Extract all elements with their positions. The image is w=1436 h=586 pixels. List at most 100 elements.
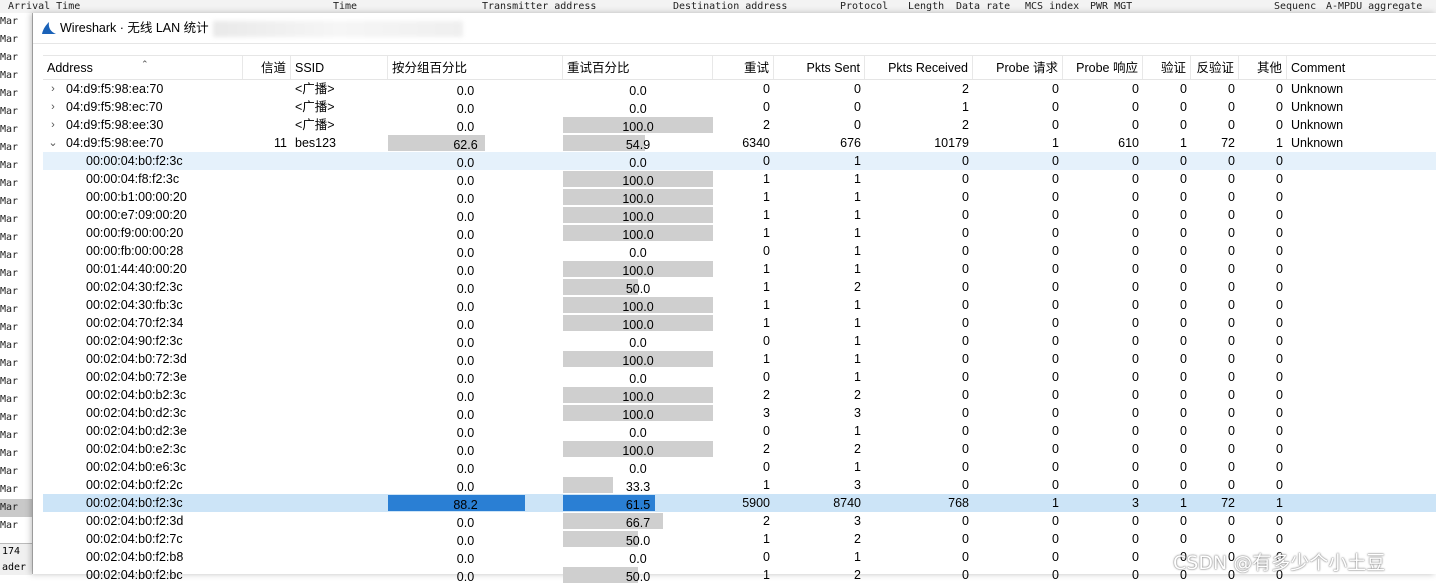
header-channel[interactable]: 信道 — [243, 56, 291, 79]
table-row[interactable]: 00:02:04:b0:d2:3e 0.0 0.0 0 1 0 0 0 0 0 0 — [43, 422, 1436, 440]
cell-auth: 0 — [1180, 154, 1187, 168]
header-probe-request[interactable]: Probe 请求 — [973, 56, 1063, 79]
col-mcs-index[interactable]: MCS index — [1025, 0, 1079, 13]
packet-row-fragment[interactable]: Mar — [0, 193, 32, 211]
packet-row-fragment[interactable]: Mar — [0, 319, 32, 337]
packet-row-fragment[interactable]: Mar — [0, 211, 32, 229]
table-row[interactable]: 00:00:04:b0:f2:3c 0.0 0.0 0 1 0 0 0 0 0 0 — [43, 152, 1436, 170]
col-destination[interactable]: Destination address — [673, 0, 787, 13]
table-row[interactable]: › 04:d9:f5:98:ec:70 <广播> 0.0 0.0 0 0 1 0 0 0 0 0 Unkn… — [43, 98, 1436, 116]
table-row[interactable]: 00:01:44:40:00:20 0.0 100.0 1 1 0 0 0 0 0 0 — [43, 260, 1436, 278]
wlan-stats-table[interactable]: Address ⌃ 信道 SSID 按分组百分比 重试百分比 重试 Pkts Se… — [43, 55, 1436, 584]
table-row[interactable]: 00:02:04:b0:72:3e 0.0 0.0 0 1 0 0 0 0 0 0 — [43, 368, 1436, 386]
packet-row-fragment[interactable]: Mar — [0, 445, 32, 463]
col-data-rate[interactable]: Data rate — [956, 0, 1010, 13]
col-time[interactable]: Time — [333, 0, 357, 13]
packet-row-fragment[interactable]: Mar — [0, 175, 32, 193]
table-row[interactable]: 00:02:04:b0:b2:3c 0.0 100.0 2 2 0 0 0 0 0 0 — [43, 386, 1436, 404]
packet-row-fragment[interactable]: Mar — [0, 229, 32, 247]
table-row[interactable]: 00:02:04:30:f2:3c 0.0 50.0 1 2 0 0 0 0 0 0 — [43, 278, 1436, 296]
packet-row-fragment[interactable]: Mar — [0, 247, 32, 265]
col-transmitter[interactable]: Transmitter address — [482, 0, 596, 13]
header-deauth[interactable]: 反验证 — [1191, 56, 1239, 79]
packet-row-fragment[interactable]: Mar — [0, 67, 32, 85]
cell-address: 00:02:04:b0:f2:bc — [86, 568, 183, 582]
header-pkts-received[interactable]: Pkts Received — [865, 56, 973, 79]
packet-row-fragment[interactable]: Mar — [0, 337, 32, 355]
header-retry[interactable]: 重试 — [713, 56, 774, 79]
col-pwr-mgt[interactable]: PWR MGT — [1090, 0, 1132, 13]
header-address[interactable]: Address ⌃ — [43, 56, 243, 79]
packet-row-fragment[interactable]: Mar — [0, 355, 32, 373]
col-arrival-time[interactable]: Arrival Time — [8, 0, 80, 13]
dialog-titlebar[interactable]: Wireshark · 无线 LAN 统计 — [33, 13, 1436, 44]
chevron-right-icon[interactable]: › — [47, 116, 59, 134]
table-row[interactable]: 00:02:04:b0:f2:7c 0.0 50.0 1 2 0 0 0 0 0 0 — [43, 530, 1436, 548]
cell-retry: 2 — [763, 388, 770, 402]
packet-row-fragment[interactable]: Mar — [0, 373, 32, 391]
packet-row-fragment[interactable]: Mar — [0, 427, 32, 445]
header-auth[interactable]: 验证 — [1143, 56, 1191, 79]
packet-row-fragment[interactable]: Mar — [0, 391, 32, 409]
col-protocol[interactable]: Protocol — [840, 0, 888, 13]
table-row[interactable]: 00:02:04:b0:e2:3c 0.0 100.0 2 2 0 0 0 0 0 0 — [43, 440, 1436, 458]
table-row[interactable]: 00:02:04:b0:f2:3c 88.2 61.5 5900 8740 768 1 3 1 7… — [43, 494, 1436, 512]
packet-row-fragment[interactable]: Mar — [0, 499, 32, 517]
table-row[interactable]: 00:02:04:b0:d2:3c 0.0 100.0 3 3 0 0 0 0 0 0 — [43, 404, 1436, 422]
header-ssid[interactable]: SSID — [291, 56, 388, 79]
header-probe-response[interactable]: Probe 响应 — [1063, 56, 1143, 79]
col-length[interactable]: Length — [908, 0, 944, 13]
header-pct-retry[interactable]: 重试百分比 — [563, 56, 713, 79]
packet-row-fragment[interactable]: Mar — [0, 301, 32, 319]
table-row[interactable]: › 04:d9:f5:98:ee:30 <广播> 0.0 100.0 2 0 2 0 0 0 0 0 Un… — [43, 116, 1436, 134]
table-row[interactable]: 00:00:b1:00:00:20 0.0 100.0 1 1 0 0 0 0 0 0 — [43, 188, 1436, 206]
packet-row-fragment[interactable]: Mar — [0, 103, 32, 121]
table-row[interactable]: 00:02:04:90:f2:3c 0.0 0.0 0 1 0 0 0 0 0 0 — [43, 332, 1436, 350]
table-row[interactable]: 00:02:04:70:f2:34 0.0 100.0 1 1 0 0 0 0 0 0 — [43, 314, 1436, 332]
col-sequence[interactable]: Sequenc — [1274, 0, 1316, 13]
packet-row-fragment[interactable]: Mar — [0, 49, 32, 67]
table-row[interactable]: › 04:d9:f5:98:ea:70 <广播> 0.0 0.0 0 0 2 0 0 0 0 0 Unkn… — [43, 80, 1436, 98]
chevron-right-icon[interactable]: › — [47, 98, 59, 116]
cell-pkts-received: 0 — [962, 190, 969, 204]
cell-other: 0 — [1276, 478, 1283, 492]
packet-row-fragment[interactable]: Mar — [0, 31, 32, 49]
packet-row-fragment[interactable]: Mar — [0, 409, 32, 427]
header-comment[interactable]: Comment — [1287, 56, 1436, 79]
table-row[interactable]: 00:02:04:b0:f2:2c 0.0 33.3 1 3 0 0 0 0 0 0 — [43, 476, 1436, 494]
table-row[interactable]: 00:02:04:b0:72:3d 0.0 100.0 1 1 0 0 0 0 0 0 — [43, 350, 1436, 368]
table-row[interactable]: 00:02:04:b0:f2:3d 0.0 66.7 2 3 0 0 0 0 0 0 — [43, 512, 1436, 530]
table-row[interactable]: ⌄ 04:d9:f5:98:ee:70 11 bes123 62.6 54.9 6340 67… — [43, 134, 1436, 152]
cell-deauth: 0 — [1228, 226, 1235, 240]
cell-pkts-received: 2 — [962, 118, 969, 132]
packet-row-fragment[interactable]: Mar — [0, 265, 32, 283]
cell-pkts-sent: 3 — [854, 478, 861, 492]
table-row[interactable]: 00:00:fb:00:00:28 0.0 0.0 0 1 0 0 0 0 0 0 — [43, 242, 1436, 260]
table-row[interactable]: 00:00:e7:09:00:20 0.0 100.0 1 1 0 0 0 0 0 0 — [43, 206, 1436, 224]
table-row[interactable]: 00:00:04:f8:f2:3c 0.0 100.0 1 1 0 0 0 0 0 0 — [43, 170, 1436, 188]
cell-address: 00:02:04:b0:e6:3c — [86, 460, 187, 474]
cell-auth: 0 — [1180, 514, 1187, 528]
packet-row-fragment[interactable]: Mar — [0, 85, 32, 103]
packet-row-fragment[interactable]: Mar — [0, 517, 32, 535]
packet-row-fragment[interactable]: Mar — [0, 283, 32, 301]
col-ampdu[interactable]: A-MPDU aggregate — [1326, 0, 1422, 13]
header-pkts-sent[interactable]: Pkts Sent — [774, 56, 865, 79]
cell-other: 0 — [1276, 190, 1283, 204]
packet-row-fragment[interactable]: Mar — [0, 121, 32, 139]
cell-deauth: 0 — [1228, 478, 1235, 492]
chevron-down-icon[interactable]: ⌄ — [47, 134, 59, 152]
packet-row-fragment[interactable]: Mar — [0, 481, 32, 499]
header-pct-packets[interactable]: 按分组百分比 — [388, 56, 563, 79]
cell-pkts-received: 0 — [962, 280, 969, 294]
chevron-right-icon[interactable]: › — [47, 80, 59, 98]
packet-row-fragment[interactable]: Mar — [0, 157, 32, 175]
packet-row-fragment[interactable]: Mar — [0, 463, 32, 481]
packet-row-fragment[interactable]: Mar — [0, 139, 32, 157]
table-row[interactable]: 00:00:f9:00:00:20 0.0 100.0 1 1 0 0 0 0 0 0 — [43, 224, 1436, 242]
cell-probe-request: 0 — [1052, 334, 1059, 348]
header-other[interactable]: 其他 — [1239, 56, 1287, 79]
packet-row-fragment[interactable]: Mar — [0, 13, 32, 31]
table-row[interactable]: 00:02:04:30:fb:3c 0.0 100.0 1 1 0 0 0 0 0 0 — [43, 296, 1436, 314]
table-row[interactable]: 00:02:04:b0:e6:3c 0.0 0.0 0 1 0 0 0 0 0 0 — [43, 458, 1436, 476]
